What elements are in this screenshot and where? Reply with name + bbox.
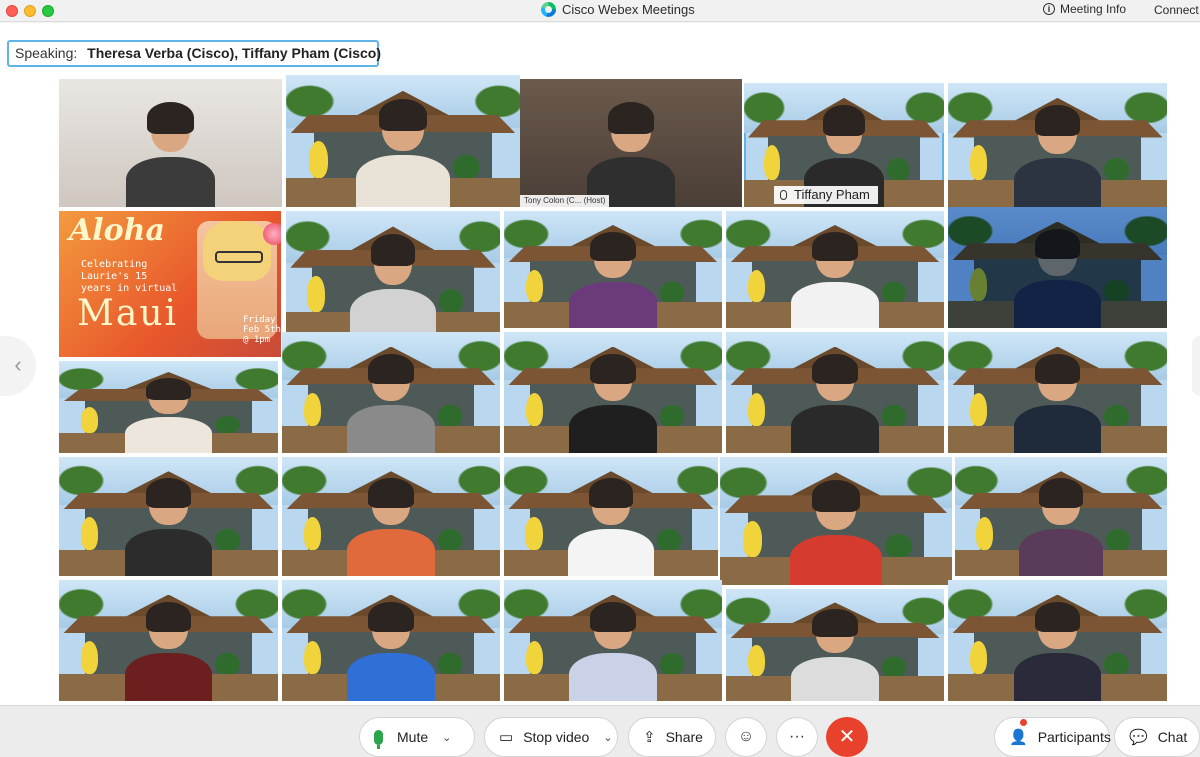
participant-figure	[569, 353, 657, 453]
participants-notification-dot	[1020, 719, 1027, 726]
active-speaker-name: Tiffany Pham	[794, 187, 870, 202]
app-title: Cisco Webex Meetings	[541, 2, 695, 17]
aloha-subtitle: Celebrating Laurie's 15 years in virtual	[81, 259, 178, 294]
participant-video-tile[interactable]	[59, 79, 282, 207]
participant-video-tile[interactable]	[955, 457, 1167, 576]
participant-figure	[125, 102, 216, 207]
reactions-button[interactable]: ☺	[725, 717, 767, 757]
aloha-card-tile[interactable]: Aloha Celebrating Laurie's 15 years in vi…	[59, 211, 281, 357]
participant-figure	[124, 377, 213, 453]
participant-video-tile[interactable]	[504, 211, 722, 328]
stop-video-label: Stop video	[523, 729, 590, 745]
share-button[interactable]: ⇪ Share	[628, 717, 716, 757]
participant-figure	[791, 232, 879, 328]
participant-figure	[569, 232, 657, 328]
participant-figure	[1018, 478, 1104, 576]
participants-icon: 👤	[1009, 729, 1028, 746]
close-icon: ✕	[838, 726, 856, 748]
participant-video-tile[interactable]	[59, 580, 278, 701]
participant-video-tile[interactable]	[282, 332, 500, 453]
host-name-tag: Tony Colon (C... (Host)	[520, 195, 610, 207]
share-label: Share	[665, 729, 703, 745]
flower-icon	[263, 223, 281, 245]
active-speaker-name-tag: Tiffany Pham	[774, 186, 878, 204]
minimize-window-button[interactable]	[24, 5, 36, 17]
connect-button[interactable]: Connect	[1154, 3, 1200, 17]
participant-video-tile[interactable]	[504, 580, 722, 701]
stop-video-button[interactable]: ▭ Stop video ⌄	[484, 717, 618, 757]
speaking-names: Theresa Verba (Cisco), Tiffany Pham (Cis…	[87, 45, 382, 61]
participant-video-tile[interactable]	[726, 589, 944, 701]
participant-figure	[586, 102, 676, 207]
meeting-info-button[interactable]: i Meeting Info	[1043, 2, 1126, 16]
info-icon: i	[1043, 3, 1055, 15]
meeting-info-label: Meeting Info	[1060, 2, 1127, 16]
participant-figure	[1013, 601, 1102, 701]
participant-figure	[356, 98, 450, 207]
more-options-button[interactable]: ···	[776, 717, 818, 757]
participant-video-tile[interactable]	[59, 361, 278, 453]
participant-video-tile[interactable]	[59, 457, 278, 576]
participant-video-tile[interactable]	[282, 457, 500, 576]
zoom-window-button[interactable]	[42, 5, 54, 17]
participant-video-tile[interactable]	[948, 332, 1167, 453]
participant-figure	[568, 478, 654, 576]
aloha-location: Maui	[77, 293, 179, 334]
aloha-date: Friday Feb 5th @ 1pm	[243, 315, 281, 345]
participant-video-tile[interactable]: Tony Colon (C... (Host)	[520, 79, 742, 207]
video-stage: Speaking: Theresa Verba (Cisco), Tiffany…	[0, 23, 1200, 705]
participant-video-tile[interactable]	[286, 211, 500, 340]
microphone-icon	[780, 190, 787, 200]
chat-label: Chat	[1157, 729, 1188, 745]
participant-figure	[791, 609, 879, 701]
participant-video-tile[interactable]	[504, 332, 722, 453]
participant-video-tile[interactable]	[720, 457, 952, 585]
participant-figure	[569, 601, 657, 701]
participant-video-tile[interactable]	[948, 207, 1167, 328]
participant-figure	[347, 353, 435, 453]
chat-icon: 💬	[1129, 729, 1148, 746]
participant-figure	[1013, 353, 1102, 453]
participant-video-tile[interactable]	[726, 332, 944, 453]
more-icon: ···	[789, 728, 805, 745]
participant-video-tile[interactable]: Tiffany Pham	[744, 83, 944, 207]
chevron-down-icon[interactable]: ⌄	[603, 731, 612, 744]
participant-figure	[350, 234, 436, 340]
participant-figure	[124, 478, 213, 576]
chat-button[interactable]: 💬 Chat	[1114, 717, 1200, 757]
mute-button[interactable]: Mute ⌄	[359, 717, 475, 757]
participant-video-tile[interactable]	[504, 457, 718, 576]
meeting-controls-toolbar: Mute ⌄ ▭ Stop video ⌄ ⇪ Share ☺ ··· ✕ 👤 …	[0, 705, 1200, 757]
microphone-icon	[374, 729, 383, 749]
participant-video-tile[interactable]	[286, 75, 520, 207]
participant-figure	[347, 601, 435, 701]
emoji-icon: ☺	[737, 728, 755, 745]
leave-meeting-button[interactable]: ✕	[826, 717, 868, 757]
participant-figure	[789, 480, 883, 585]
participants-button[interactable]: 👤 Participants	[994, 717, 1111, 757]
mute-label: Mute	[397, 729, 429, 745]
close-window-button[interactable]	[6, 5, 18, 17]
speaking-banner: Speaking: Theresa Verba (Cisco), Tiffany…	[7, 40, 382, 67]
participant-figure	[347, 478, 435, 576]
participant-video-tile[interactable]	[948, 580, 1167, 701]
participant-video-tile[interactable]	[282, 580, 500, 701]
speaking-label: Speaking:	[15, 45, 78, 61]
participant-figure	[124, 601, 213, 701]
next-page-button[interactable]	[1192, 336, 1200, 396]
participant-video-tile[interactable]	[726, 211, 944, 328]
participant-video-tile[interactable]	[948, 83, 1167, 207]
window-titlebar: Cisco Webex Meetings i Meeting Info Conn…	[0, 0, 1200, 22]
share-icon: ⇪	[643, 729, 656, 746]
participants-label: Participants	[1037, 729, 1111, 745]
webex-logo-icon	[541, 2, 556, 17]
participant-figure	[791, 353, 879, 453]
chevron-down-icon[interactable]: ⌄	[442, 731, 451, 744]
participant-figure	[1013, 105, 1102, 207]
aloha-title: Aloha	[69, 213, 165, 248]
app-title-text: Cisco Webex Meetings	[562, 2, 695, 17]
previous-page-button[interactable]: ‹	[0, 336, 36, 396]
video-camera-icon: ▭	[499, 729, 514, 746]
